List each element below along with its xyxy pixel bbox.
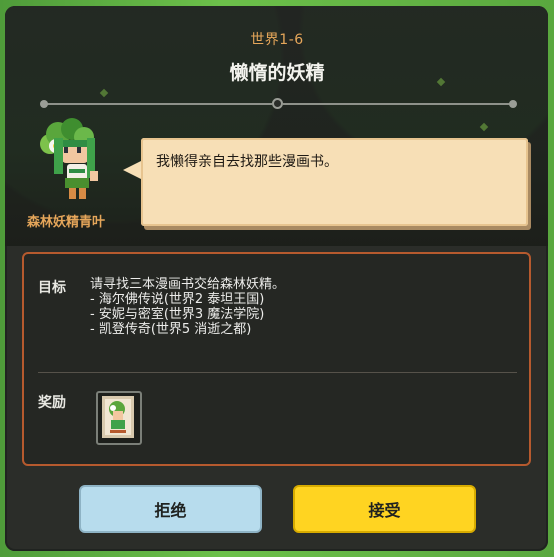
quest-title: 懒惰的妖精 — [229, 62, 325, 84]
world-label: 世界1-6 — [250, 32, 304, 48]
sparkle-icon — [479, 122, 489, 132]
npc-dialogue: 我懒得亲自去找那些漫画书。 — [156, 154, 338, 170]
npc-name: 森林妖精青叶 — [27, 215, 106, 230]
goal-item: - 海尔佛传说(世界2 泰坦王国) — [90, 292, 265, 307]
goal-items-list: - 海尔佛传说(世界2 泰坦王国) - 安妮与密室(世界3 魔法学院) - 凯登… — [90, 292, 285, 337]
goal-item: - 凯登传奇(世界5 消逝之都) — [90, 322, 252, 337]
sparkle-icon — [99, 88, 109, 98]
goal-label: 目标 — [38, 280, 66, 296]
reward-label: 奖励 — [38, 395, 66, 411]
title-divider-right — [283, 103, 511, 105]
goal-intro: 请寻找三本漫画书交给森林妖精。 — [90, 277, 286, 292]
fairy-card-icon — [102, 396, 134, 438]
reject-button[interactable]: 拒绝 — [79, 485, 262, 533]
forest-fairy-portrait-icon — [40, 118, 98, 199]
title-divider-left — [44, 103, 272, 105]
divider-dot-icon — [509, 100, 517, 108]
accept-button[interactable]: 接受 — [293, 485, 476, 533]
divider-ring-icon — [272, 98, 283, 109]
section-divider — [38, 372, 517, 373]
divider-dot-icon — [40, 100, 48, 108]
goal-description: 请寻找三本漫画书交给森林妖精。 - 海尔佛传说(世界2 泰坦王国) - 安妮与密… — [90, 277, 285, 337]
speech-bubble-tail — [123, 160, 143, 180]
goal-item: - 安妮与密室(世界3 魔法学院) — [90, 307, 265, 322]
